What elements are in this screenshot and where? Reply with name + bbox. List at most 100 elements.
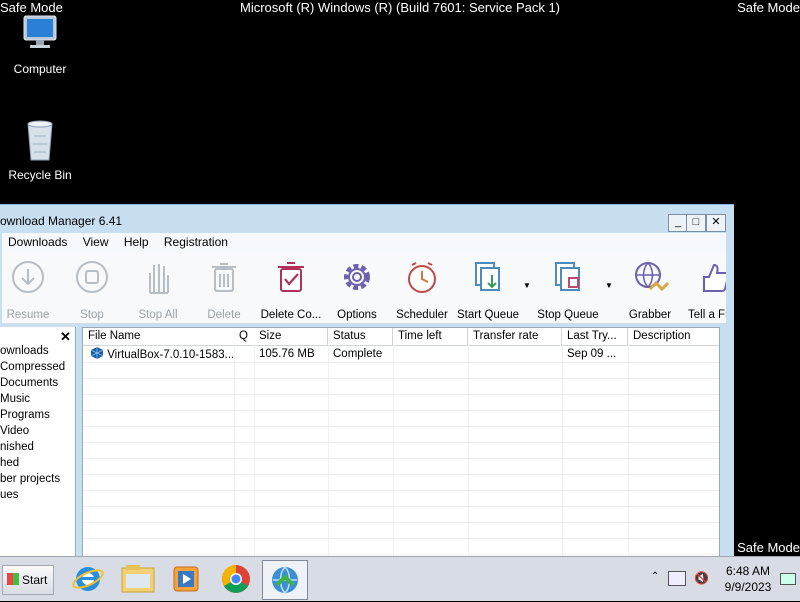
toolbar-label: Resume xyxy=(6,309,50,321)
menu-downloads[interactable]: Downloads xyxy=(2,233,73,249)
category-item[interactable]: Programs xyxy=(0,407,65,423)
menu-view[interactable]: View xyxy=(77,233,115,249)
safe-mode-label-bottom-right: Safe Mode xyxy=(737,540,800,555)
scheduler-button[interactable]: Scheduler xyxy=(396,259,448,321)
start-queue-dropdown[interactable]: ▼ xyxy=(522,259,532,319)
tell-a-friend-icon xyxy=(703,263,726,292)
maximize-button[interactable]: □ xyxy=(686,214,706,232)
clock[interactable]: 6:48 AM 9/9/2023 xyxy=(718,563,778,595)
start-queue-icon xyxy=(475,262,500,291)
grid-divider xyxy=(83,554,719,555)
show-desktop-icon[interactable] xyxy=(780,573,796,585)
category-item[interactable]: ues xyxy=(0,487,65,503)
toolbar-label: Delete Co... xyxy=(260,309,322,321)
stop-all-button[interactable]: Stop All xyxy=(134,259,182,321)
recycle-bin-icon xyxy=(18,118,62,162)
category-item[interactable]: Music xyxy=(0,391,65,407)
category-panel: ✕ ownloads Compressed Documents Music Pr… xyxy=(0,327,76,565)
window-title: ownload Manager 6.41 xyxy=(0,214,123,228)
column-header-size[interactable]: Size xyxy=(254,328,328,346)
minimize-button[interactable]: _ xyxy=(668,214,688,232)
column-header-transfer-rate[interactable]: Transfer rate xyxy=(468,328,562,346)
category-item[interactable]: Compressed xyxy=(0,359,65,375)
desktop-icon-label: Computer xyxy=(13,62,67,76)
delete-completed-icon xyxy=(278,262,304,292)
taskbar-app-chrome[interactable] xyxy=(214,560,258,598)
desktop-icon-recycle-bin[interactable]: Recycle Bin xyxy=(0,118,80,182)
grid-divider xyxy=(83,378,719,379)
file-explorer-icon xyxy=(121,565,155,593)
delete-button[interactable]: Delete xyxy=(202,259,246,321)
grid-divider xyxy=(83,458,719,459)
grid-divider xyxy=(83,442,719,443)
category-item[interactable]: hed xyxy=(0,455,65,471)
resume-button[interactable]: Resume xyxy=(6,259,50,321)
toolbar-label: Stop All xyxy=(138,309,178,321)
category-item[interactable]: ownloads xyxy=(0,343,65,359)
toolbar-label: Stop Queue xyxy=(537,309,599,321)
stop-queue-button[interactable]: Stop Queue xyxy=(536,259,600,321)
grid-divider xyxy=(83,474,719,475)
download-manager-icon xyxy=(272,566,298,595)
toolbar-label: Start Queue xyxy=(456,309,519,321)
start-queue-button[interactable]: Start Queue xyxy=(456,259,520,321)
category-item[interactable]: nished xyxy=(0,439,65,455)
toolbar-label: Tell a Fri xyxy=(688,309,726,321)
toolbar: Resume Stop Stop All Delete Delete Co...… xyxy=(2,253,726,324)
column-header-last-try[interactable]: Last Try... xyxy=(562,328,628,346)
category-item[interactable]: Documents xyxy=(0,375,65,391)
category-list: ownloads Compressed Documents Music Prog… xyxy=(0,343,65,503)
grid-divider xyxy=(83,506,719,507)
menu-help[interactable]: Help xyxy=(118,233,155,249)
delete-completed-button[interactable]: Delete Co... xyxy=(258,259,324,321)
computer-icon xyxy=(18,12,62,56)
column-header-status[interactable]: Status xyxy=(328,328,393,346)
stop-button[interactable]: Stop xyxy=(70,259,114,321)
cell-file-name: VirtualBox-7.0.10-1583... xyxy=(85,346,236,362)
chevron-down-icon: ▼ xyxy=(523,281,531,290)
chrome-icon xyxy=(222,565,250,593)
stop-icon xyxy=(76,261,108,293)
grid-divider xyxy=(83,362,719,363)
window-titlebar[interactable]: ownload Manager 6.41 _ □ ✕ xyxy=(0,211,730,233)
column-header-file-name[interactable]: File Name xyxy=(83,328,235,346)
menu-registration[interactable]: Registration xyxy=(158,233,234,249)
stop-queue-icon xyxy=(555,262,580,291)
taskbar-app-file-explorer[interactable] xyxy=(116,560,160,598)
clock-date: 9/9/2023 xyxy=(724,580,772,594)
grabber-button[interactable]: Grabber xyxy=(626,259,674,321)
column-header-queue[interactable]: Q xyxy=(234,328,255,346)
start-button[interactable]: Start xyxy=(2,565,54,595)
taskbar-app-media-player[interactable] xyxy=(164,560,208,598)
close-button[interactable]: ✕ xyxy=(706,214,726,232)
media-player-icon xyxy=(173,566,199,592)
show-hidden-icons-chevron-icon[interactable]: ⌃ xyxy=(651,571,659,582)
tell-a-friend-button[interactable]: Tell a Fri xyxy=(684,259,726,321)
network-icon[interactable] xyxy=(668,571,686,586)
grid-divider xyxy=(83,410,719,411)
toolbar-label: Scheduler xyxy=(396,309,448,321)
taskbar-app-internet-explorer[interactable] xyxy=(66,560,110,598)
menu-bar: Downloads View Help Registration xyxy=(2,233,726,253)
stop-queue-dropdown[interactable]: ▼ xyxy=(604,259,614,319)
volume-muted-icon[interactable]: 🔇 xyxy=(694,571,709,585)
desktop-icon-label: Recycle Bin xyxy=(8,168,72,182)
toolbar-label: Grabber xyxy=(628,309,672,321)
delete-icon xyxy=(212,263,236,292)
clock-time: 6:48 AM xyxy=(725,564,771,578)
category-item[interactable]: Video xyxy=(0,423,65,439)
options-gear-icon xyxy=(344,264,370,290)
grid-divider xyxy=(83,522,719,523)
grid-divider xyxy=(83,394,719,395)
os-banner: Microsoft (R) Windows (R) (Build 7601: S… xyxy=(239,0,561,15)
column-header-description[interactable]: Description xyxy=(628,328,719,346)
options-button[interactable]: Options xyxy=(334,259,380,321)
scheduler-clock-icon xyxy=(408,262,436,293)
grabber-icon xyxy=(635,262,670,292)
category-item[interactable]: ber projects xyxy=(0,471,65,487)
column-header-time-left[interactable]: Time left xyxy=(393,328,468,346)
safe-mode-label-top-right: Safe Mode xyxy=(737,0,800,15)
grid-divider xyxy=(83,490,719,491)
desktop-icon-computer[interactable]: Computer xyxy=(0,12,80,76)
taskbar-app-download-manager[interactable] xyxy=(262,560,308,600)
